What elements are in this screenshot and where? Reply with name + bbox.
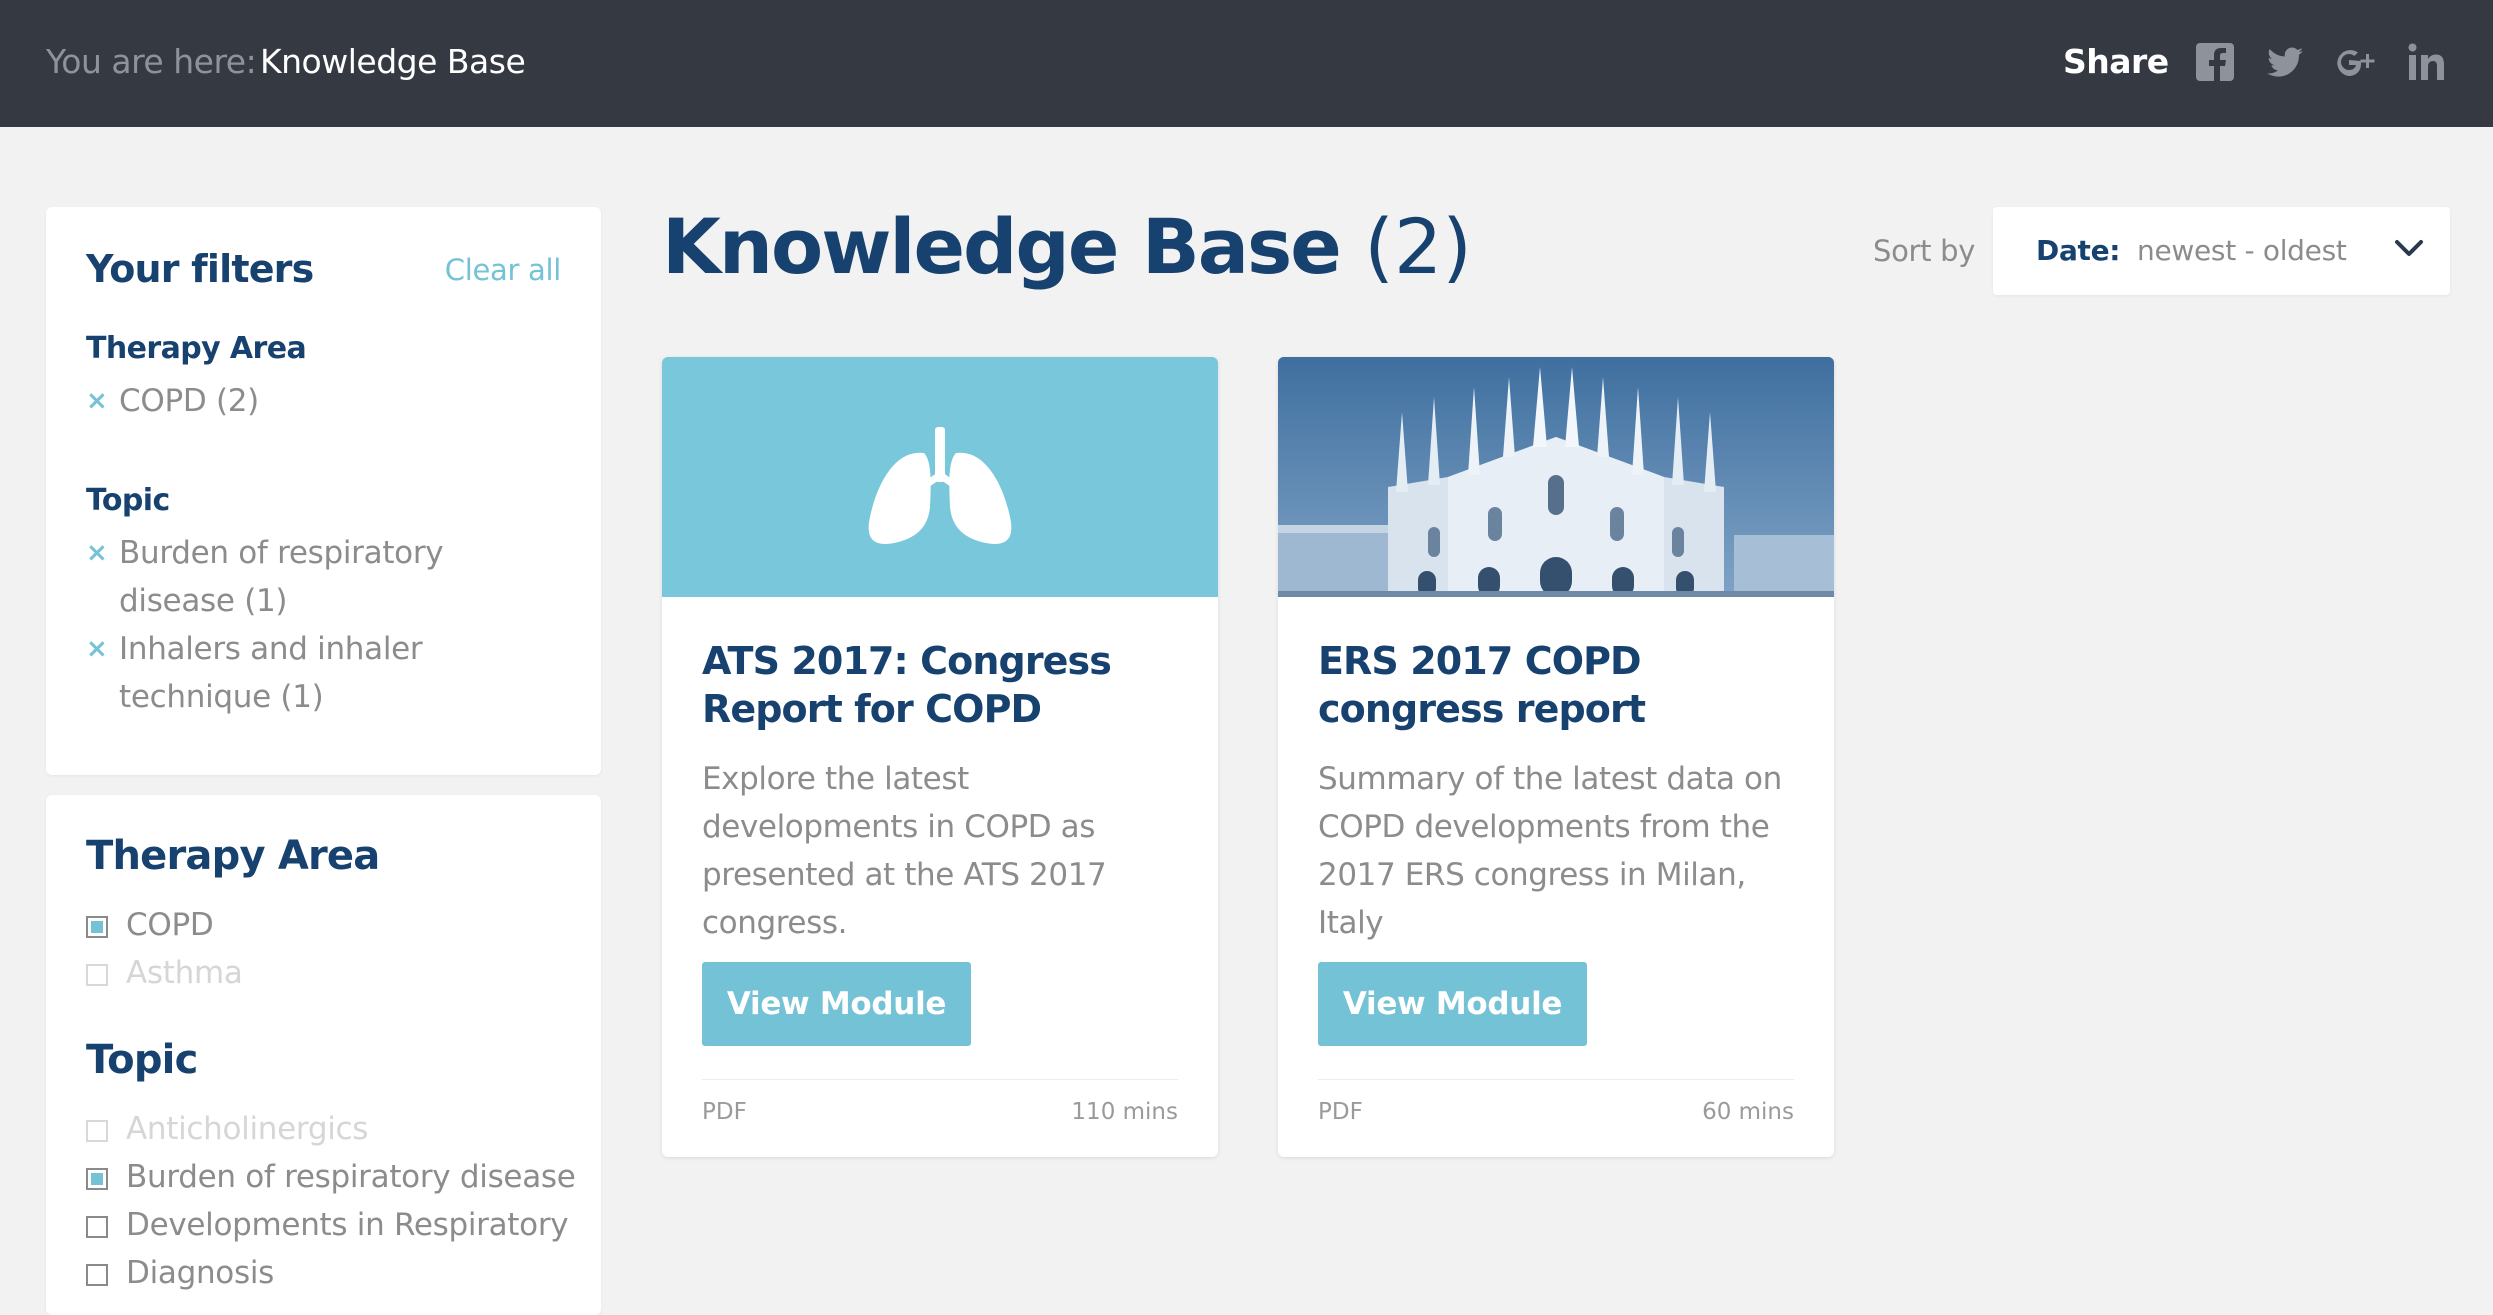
module-card[interactable]: ATS 2017: Congress Report for COPD Explo… (662, 357, 1218, 1157)
active-filter-label: COPD (2) (119, 383, 259, 419)
card-divider (702, 1079, 1178, 1080)
filter-group-therapy-area: Therapy Area (86, 833, 380, 879)
breadcrumb-label: You are here: (46, 42, 257, 81)
sort-value: newest - oldest (2137, 234, 2347, 267)
checkbox-icon[interactable] (86, 916, 108, 938)
result-count: (2) (1364, 202, 1472, 291)
sort-key: Date: (2036, 234, 2121, 267)
google-plus-icon[interactable] (2333, 40, 2377, 84)
active-filter-label: Burden of respiratory disease (1) (119, 535, 444, 619)
checkbox-icon[interactable] (86, 1264, 108, 1286)
filter-option-label: COPD (126, 907, 214, 943)
view-module-button[interactable]: View Module (1318, 962, 1587, 1046)
active-filter-chip[interactable]: × Burden of respiratory disease (1) (86, 529, 566, 625)
checkbox-icon[interactable] (86, 1216, 108, 1238)
cathedral-photo (1278, 357, 1834, 597)
facebook-icon[interactable] (2193, 40, 2237, 84)
module-card[interactable]: ERS 2017 COPD congress report Summary of… (1278, 357, 1834, 1157)
card-image (1278, 357, 1834, 597)
filter-list-panel: Therapy Area COPD Asthma Topic Anticholi… (46, 795, 601, 1315)
card-description: Summary of the latest data on COPD devel… (1318, 761, 1782, 941)
checkbox-icon (86, 1120, 108, 1142)
active-filter-label: Inhalers and inhaler technique (1) (119, 631, 423, 715)
linkedin-icon[interactable] (2405, 40, 2449, 84)
page-title: Knowledge Base (2) (662, 202, 1472, 291)
active-group-topic: Topic (86, 483, 170, 518)
card-duration: 60 mins (1702, 1099, 1794, 1125)
card-file-type: PDF (702, 1099, 747, 1125)
clear-all-link[interactable]: Clear all (445, 253, 562, 287)
active-filters-panel: Your filters Clear all Therapy Area × CO… (46, 207, 601, 775)
card-title[interactable]: ATS 2017: Congress Report for COPD (702, 637, 1182, 733)
filter-option-label: Anticholinergics (126, 1111, 369, 1147)
filter-option-label: Asthma (126, 955, 243, 991)
remove-filter-icon[interactable]: × (86, 625, 108, 673)
filter-option-label: Burden of respiratory disease (126, 1159, 576, 1195)
filter-option-label: Diagnosis (126, 1255, 274, 1291)
card-divider (1318, 1079, 1794, 1080)
active-filters-title: Your filters (86, 247, 314, 291)
lungs-icon (868, 427, 1012, 544)
filter-option-label: Developments in Respiratory (126, 1207, 569, 1243)
twitter-icon[interactable] (2263, 40, 2307, 84)
filter-group-topic: Topic (86, 1037, 198, 1083)
card-image (662, 357, 1218, 597)
chevron-down-icon (2395, 240, 2423, 256)
checkbox-icon (86, 964, 108, 986)
card-title[interactable]: ERS 2017 COPD congress report (1318, 637, 1798, 733)
sort-dropdown[interactable]: Date: newest - oldest (1993, 207, 2450, 295)
card-description: Explore the latest developments in COPD … (702, 761, 1107, 941)
top-bar: You are here: Knowledge Base Share (0, 0, 2493, 127)
active-filter-chip[interactable]: × COPD (2) (86, 377, 566, 425)
page-title-text: Knowledge Base (662, 202, 1342, 291)
checkbox-icon[interactable] (86, 1168, 108, 1190)
share-label: Share (2063, 42, 2169, 81)
view-module-button[interactable]: View Module (702, 962, 971, 1046)
remove-filter-icon[interactable]: × (86, 529, 108, 577)
sort-label: Sort by (1873, 234, 1976, 268)
active-group-therapy-area: Therapy Area (86, 331, 307, 366)
breadcrumb-current[interactable]: Knowledge Base (260, 42, 526, 81)
card-duration: 110 mins (1071, 1099, 1178, 1125)
remove-filter-icon[interactable]: × (86, 377, 108, 425)
card-file-type: PDF (1318, 1099, 1363, 1125)
active-filter-chip[interactable]: × Inhalers and inhaler technique (1) (86, 625, 566, 721)
